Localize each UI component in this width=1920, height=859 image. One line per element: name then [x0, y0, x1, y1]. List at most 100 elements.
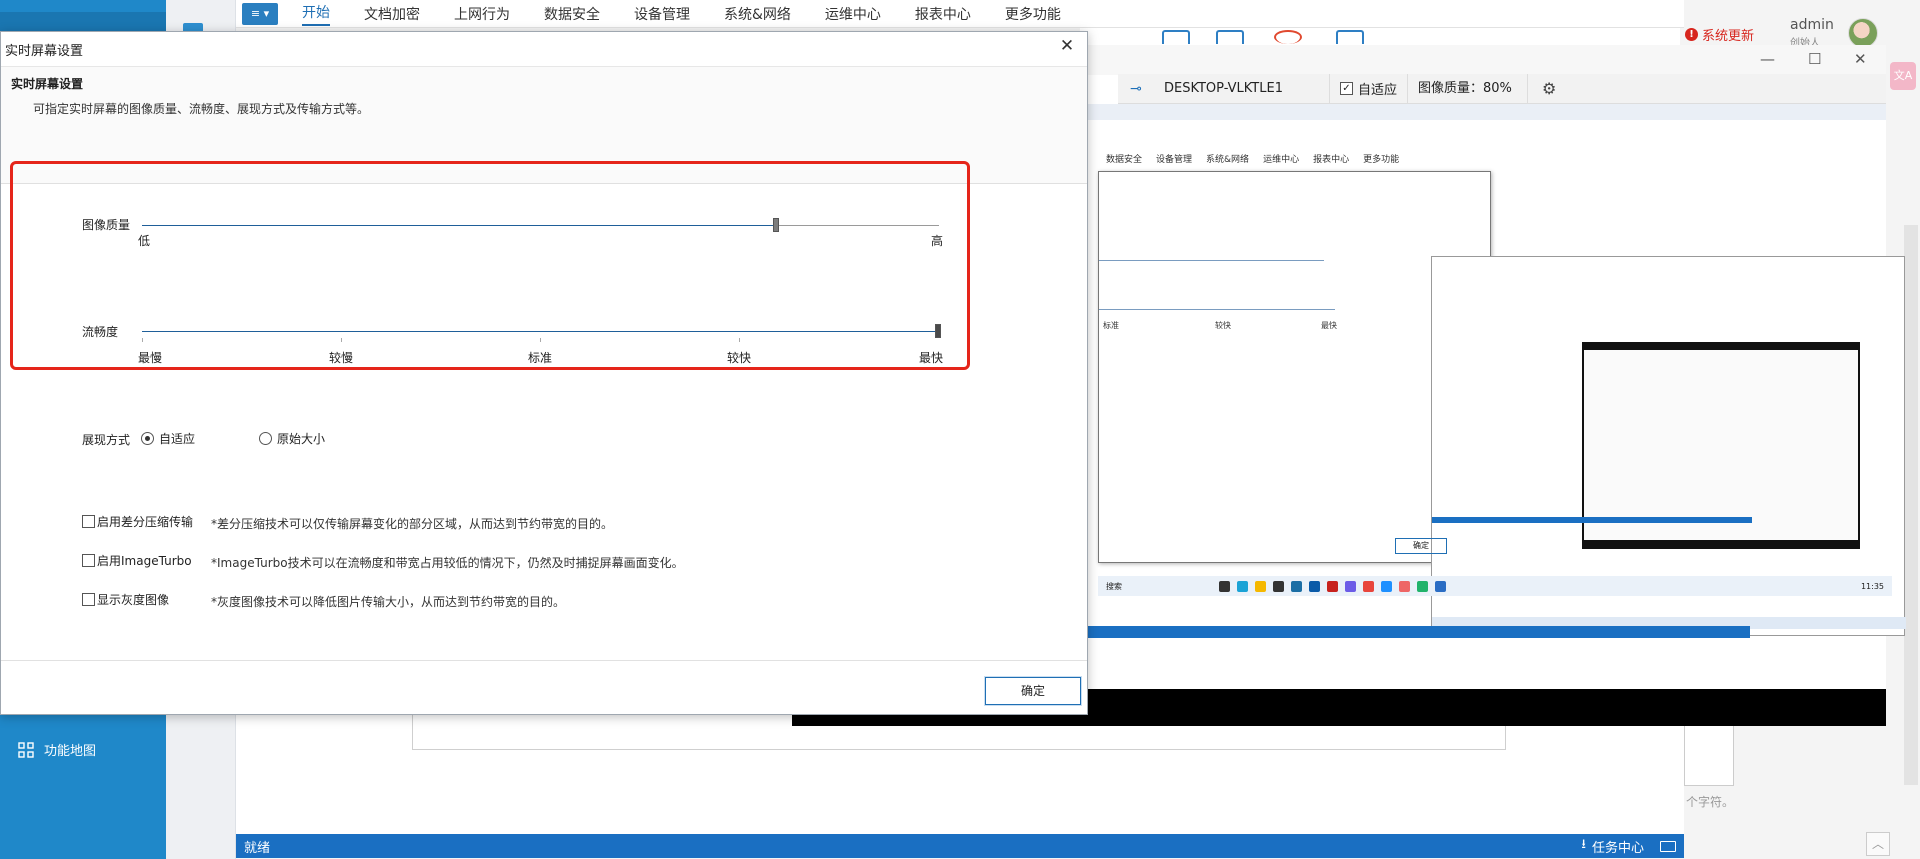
system-update-link[interactable]: ! 系统更新	[1685, 25, 1754, 44]
remote-menu: 数据安全 设备管理 系统&网络 运维中心 报表中心 更多功能	[1106, 155, 1400, 165]
remote-taskbar: 搜索 11:35	[1098, 576, 1892, 596]
image-quality-readout: 图像质量：80%	[1408, 73, 1529, 104]
ok-button[interactable]: 确定	[985, 677, 1081, 705]
status-bar: 就绪 ⭳ 任务中心	[236, 834, 1684, 858]
display-mode-label: 展现方式	[82, 433, 131, 447]
radio-unselected-icon	[259, 432, 272, 445]
sidebar-item-label: 功能地图	[44, 744, 97, 759]
user-name[interactable]: admin	[1790, 17, 1834, 33]
task-center-button[interactable]: ⭳ 任务中心	[1581, 835, 1644, 857]
fit-checkbox[interactable]: ✓ 自适应	[1330, 73, 1409, 104]
ribbon-add-icon[interactable]	[1336, 30, 1364, 44]
app-menu-button[interactable]: ≡ ▾	[242, 2, 278, 25]
remote-nested-statusbar	[1432, 517, 1752, 523]
checkbox-diff-compression[interactable]: 启用差分压缩传输	[82, 513, 193, 530]
dialog-title: 实时屏幕设置	[5, 44, 84, 59]
ribbon-monitor-icon[interactable]	[1162, 30, 1190, 44]
remote-tick: 较快	[1215, 321, 1231, 330]
remote-slider-track	[1099, 309, 1335, 310]
fluency-slider-thumb[interactable]	[935, 324, 941, 338]
fluency-slider-fill	[142, 331, 938, 332]
avatar[interactable]	[1848, 18, 1878, 48]
checkbox-icon	[82, 593, 95, 606]
alert-icon: !	[1685, 28, 1698, 41]
quality-slider-fill	[142, 225, 776, 226]
menu-item-web-behavior[interactable]: 上网行为	[454, 4, 510, 24]
menu-item-data-security[interactable]: 数据安全	[544, 4, 600, 24]
menu-item-reports[interactable]: 报表中心	[915, 4, 971, 24]
menu-item-start[interactable]: 开始	[302, 2, 330, 26]
status-text: 就绪	[244, 840, 271, 856]
checkbox-label: 显示灰度图像	[97, 593, 170, 607]
close-icon[interactable]: ✕	[1854, 50, 1867, 68]
close-icon[interactable]: ✕	[1057, 36, 1077, 56]
minimize-icon[interactable]: —	[1760, 50, 1775, 68]
page-scrollbar[interactable]	[1904, 225, 1918, 785]
radio-original-label: 原始大小	[277, 432, 326, 446]
fluency-tick-label: 较快	[727, 351, 752, 365]
gear-icon[interactable]: ⚙	[1528, 79, 1570, 98]
text-area[interactable]	[1684, 720, 1734, 786]
remote-statusbar	[1080, 626, 1750, 638]
remote-browser-window: 数据安全 设备管理 系统&网络 运维中心 报表中心 更多功能 标准 较快 最快 确定 搜索…	[1080, 104, 1906, 689]
menu-item-device-mgmt[interactable]: 设备管理	[634, 4, 690, 24]
realtime-screen-settings-dialog: 实时屏幕设置 ✕ 实时屏幕设置 可指定实时屏幕的图像质量、流畅度、展现方式及传输…	[0, 31, 1088, 715]
radio-fit[interactable]: 自适应	[141, 430, 195, 447]
radio-original-size[interactable]: 原始大小	[259, 430, 325, 447]
ribbon-record-icon[interactable]	[1274, 30, 1302, 44]
checkbox-imageturbo[interactable]: 启用ImageTurbo	[82, 552, 192, 569]
translate-icon[interactable]: 文A	[1890, 62, 1916, 90]
system-update-label: 系统更新	[1702, 29, 1755, 44]
remote-host-name: DESKTOP-VLKTLE1	[1154, 73, 1330, 104]
fluency-label: 流畅度	[82, 325, 119, 339]
pin-icon[interactable]: ⊸	[1118, 81, 1154, 97]
menu-item-doc-encrypt[interactable]: 文档加密	[364, 4, 420, 24]
checkbox-label: 启用差分压缩传输	[97, 515, 194, 529]
remote-ok-button: 确定	[1395, 538, 1447, 554]
checkbox-label: 启用ImageTurbo	[97, 554, 192, 568]
quality-slider-thumb[interactable]	[773, 218, 779, 232]
fluency-tick	[540, 338, 541, 342]
scroll-top-button[interactable]: ︿	[1866, 832, 1890, 856]
fit-label: 自适应	[1358, 83, 1398, 98]
fluency-tick-label: 最慢	[138, 351, 163, 365]
quality-slider-rest	[776, 225, 939, 226]
ribbon-book-icon[interactable]	[1216, 30, 1244, 44]
radio-fit-label: 自适应	[159, 432, 196, 446]
option-description: *差分压缩技术可以仅传输屏幕变化的部分区域，从而达到节约带宽的目的。	[211, 517, 614, 531]
keyboard-icon[interactable]	[1660, 840, 1676, 852]
menu-item-ops-center[interactable]: 运维中心	[825, 4, 881, 24]
checkbox-checked-icon: ✓	[1340, 82, 1353, 95]
sidebar-item-function-map[interactable]: 功能地图	[18, 740, 96, 759]
remote-dialog: 标准 较快 最快 确定	[1098, 171, 1906, 636]
quality-low-label: 低	[138, 234, 151, 248]
dialog-heading: 实时屏幕设置	[11, 77, 84, 91]
remote-tick: 标准	[1103, 321, 1119, 330]
menu-item-more[interactable]: 更多功能	[1005, 4, 1061, 24]
remote-slider-track	[1099, 260, 1324, 261]
fluency-tick-label: 较慢	[329, 351, 354, 365]
checkbox-icon	[82, 515, 95, 528]
remote-toolbar: ⊸ DESKTOP-VLKTLE1 ✓ 自适应 图像质量：80% ⚙	[1118, 73, 1886, 104]
char-count: 个字符。	[1686, 795, 1735, 809]
main-menubar: ≡ ▾ 开始 文档加密 上网行为 数据安全 设备管理 系统&网络 运维中心 报表…	[236, 0, 1684, 28]
remote-search: 搜索	[1106, 581, 1122, 591]
dialog-subtitle: 可指定实时屏幕的图像质量、流畅度、展现方式及传输方式等。	[33, 102, 370, 116]
checkbox-grayscale[interactable]: 显示灰度图像	[82, 591, 169, 608]
fluency-tick-label: 最快	[919, 351, 944, 365]
fluency-tick-label: 标准	[528, 351, 553, 365]
remote-browser-tabs	[1080, 104, 1886, 120]
dialog-footer-divider	[1, 660, 1087, 661]
radio-selected-icon	[141, 432, 154, 445]
remote-tick: 最快	[1321, 321, 1337, 330]
maximize-icon[interactable]: ☐	[1808, 50, 1821, 68]
quality-high-label: 高	[931, 234, 944, 248]
checkbox-icon	[82, 554, 95, 567]
fluency-tick	[142, 338, 143, 342]
highlight-annotation	[10, 161, 970, 370]
quality-label: 图像质量	[82, 218, 131, 232]
task-center-label: 任务中心	[1591, 840, 1644, 856]
grid-icon	[18, 741, 34, 758]
option-description: *ImageTurbo技术可以在流畅度和带宽占用较低的情况下，仍然及时捕捉屏幕画…	[211, 556, 684, 570]
menu-item-system-network[interactable]: 系统&网络	[724, 4, 791, 24]
